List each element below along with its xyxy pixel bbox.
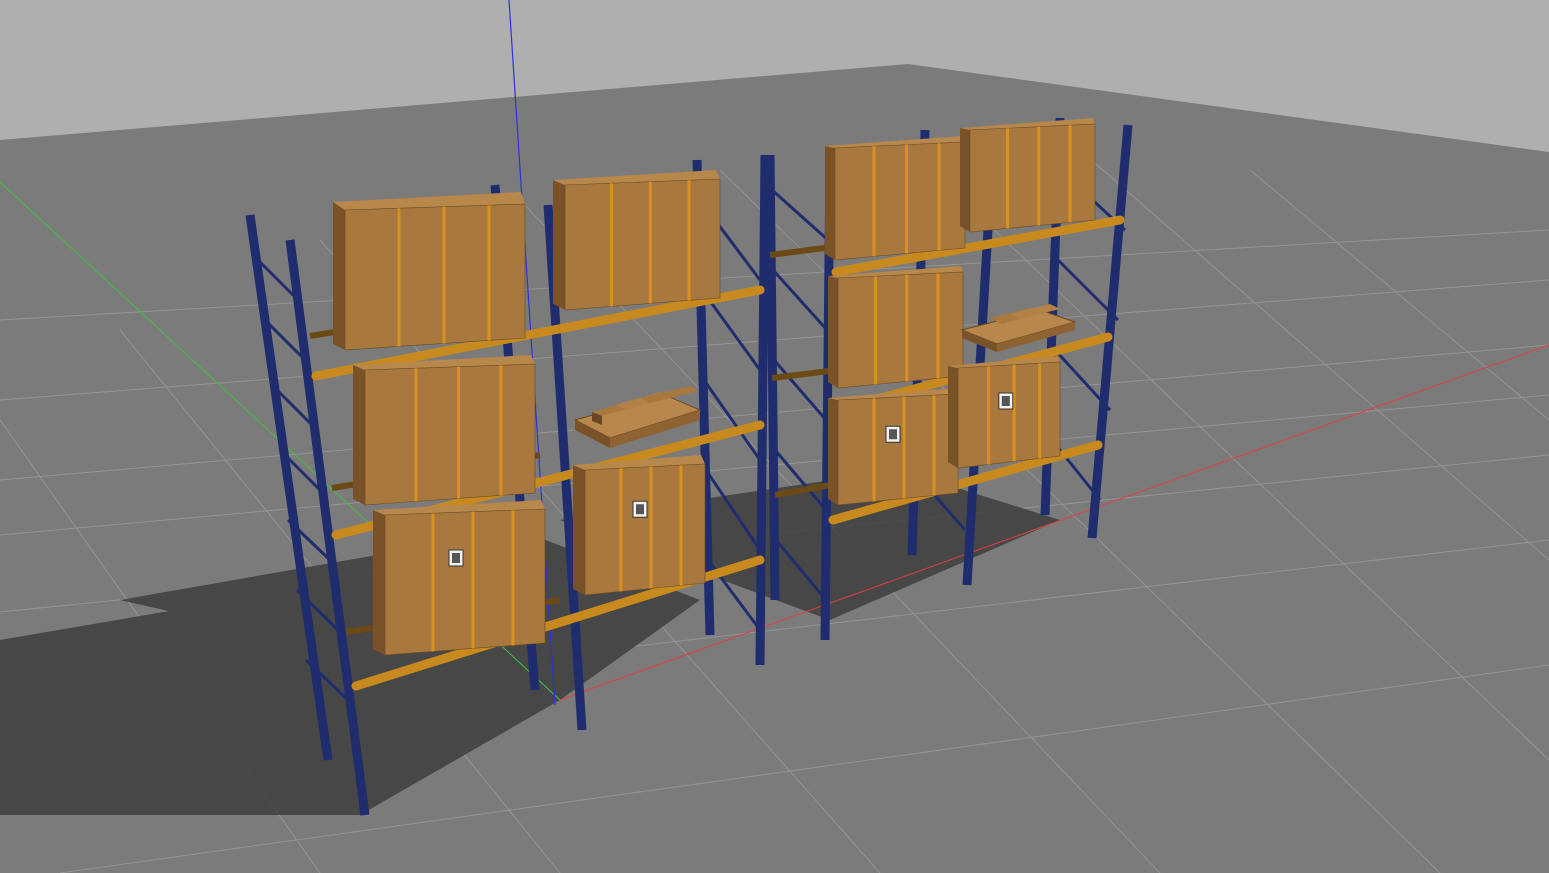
box-right-low-1[interactable]	[828, 388, 959, 506]
box-right-low-2-front	[957, 361, 1061, 469]
box-left-top-2-front	[564, 178, 721, 311]
box-right-top-2-front	[969, 123, 1096, 233]
box-right-low-2-side	[948, 366, 958, 468]
box-left-mid-1[interactable]	[353, 355, 536, 506]
box-right-top-2-side	[960, 128, 970, 232]
box-left-low-2-side	[573, 465, 585, 595]
box-left-top-1[interactable]	[333, 192, 526, 351]
box-right-low-2-marker-pattern	[1001, 396, 1010, 406]
box-right-low-2[interactable]	[948, 356, 1061, 469]
simulation-viewport[interactable]	[0, 0, 1549, 873]
box-left-low-2[interactable]	[573, 455, 706, 596]
box-right-top-2[interactable]	[960, 118, 1096, 233]
box-right-top-1-front	[834, 141, 966, 261]
box-left-low-2-front	[584, 463, 706, 596]
box-right-top-1-side	[825, 146, 835, 260]
box-left-mid-1-front	[364, 363, 536, 506]
box-left-top-1-front	[344, 203, 526, 351]
box-left-mid-1-side	[353, 365, 365, 505]
box-right-mid-1-front	[837, 271, 964, 389]
box-left-top-2[interactable]	[553, 170, 721, 311]
box-right-top-1[interactable]	[825, 136, 966, 261]
3d-scene[interactable]	[0, 0, 1549, 873]
box-left-low-1-side	[373, 510, 385, 655]
box-right-low-1-marker-pattern	[889, 429, 897, 440]
box-right-low-1-front	[837, 393, 959, 506]
box-left-low-1[interactable]	[373, 500, 546, 656]
box-right-low-1-side	[828, 398, 838, 505]
box-right-mid-1-side	[828, 276, 838, 388]
box-left-low-1-front	[384, 508, 546, 656]
box-left-top-2-side	[553, 180, 565, 310]
box-right-mid-1[interactable]	[828, 266, 964, 389]
box-left-low-2-marker-pattern	[636, 504, 644, 515]
box-left-low-1-marker-pattern	[452, 553, 460, 563]
box-left-top-1-side	[333, 202, 345, 350]
